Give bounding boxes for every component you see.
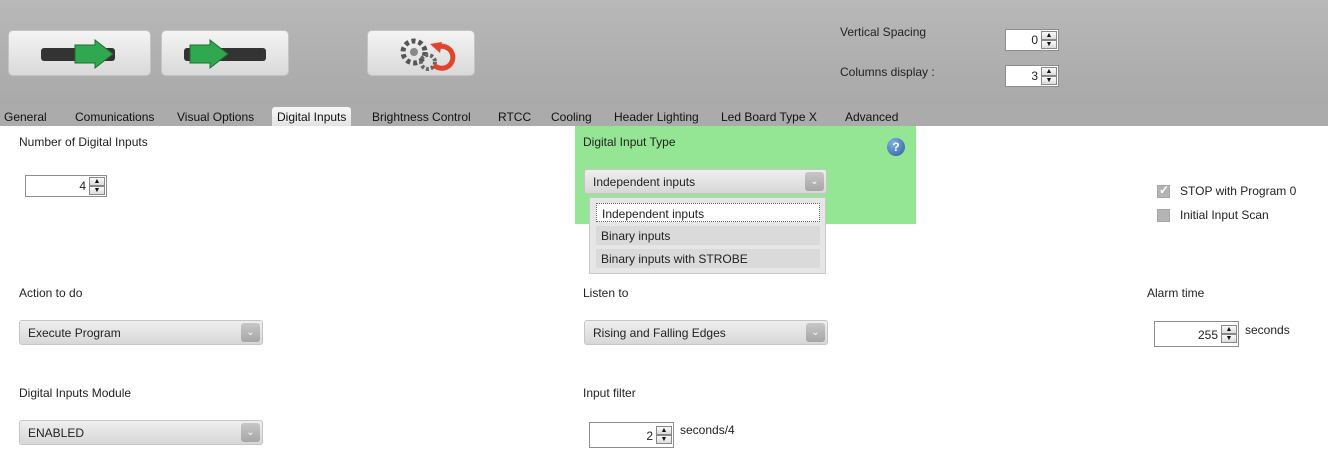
tab-brightness-control[interactable]: Brightness Control — [372, 107, 471, 126]
stepper-up-icon[interactable]: ▲ — [1041, 31, 1057, 40]
tab-general[interactable]: General — [4, 107, 47, 126]
listen-to-value: Rising and Falling Edges — [593, 326, 726, 340]
number-of-inputs-value: 4 — [79, 179, 86, 193]
arrow-receive-icon — [184, 38, 266, 70]
digital-input-type-value: Independent inputs — [593, 175, 696, 189]
stepper-up-icon[interactable]: ▲ — [1221, 325, 1237, 334]
toolbar: Vertical Spacing 0 ▲ ▼ Columns display : … — [0, 0, 1328, 104]
alarm-time-label: Alarm time — [1147, 286, 1205, 300]
initial-input-scan-checkbox[interactable] — [1157, 209, 1170, 222]
columns-display-stepper[interactable]: 3 ▲ ▼ — [1005, 65, 1059, 87]
listen-to-label: Listen to — [583, 286, 629, 300]
alarm-time-unit: seconds — [1245, 323, 1290, 337]
digital-inputs-module-label: Digital Inputs Module — [19, 386, 132, 400]
number-of-inputs-label: Number of Digital Inputs — [19, 135, 148, 149]
columns-display-value: 3 — [1031, 69, 1038, 83]
tab-visual-options[interactable]: Visual Options — [177, 107, 254, 126]
digital-input-type-label: Digital Input Type — [583, 135, 676, 149]
tab-comunications[interactable]: Comunications — [75, 107, 154, 126]
input-filter-value: 2 — [646, 429, 653, 443]
stepper-down-icon[interactable]: ▼ — [89, 186, 105, 195]
help-icon[interactable]: ? — [887, 138, 905, 156]
digital-inputs-module-select[interactable]: ENABLED ⌄ — [19, 420, 263, 445]
action-to-do-label: Action to do — [19, 286, 83, 300]
number-of-inputs-stepper[interactable]: 4 ▲ ▼ — [25, 175, 107, 197]
stop-with-program0-label: STOP with Program 0 — [1180, 184, 1297, 198]
option-independent-inputs[interactable]: Independent inputs — [596, 203, 820, 222]
digital-input-type-select[interactable]: Independent inputs ⌄ — [584, 169, 827, 194]
stepper-up-icon[interactable]: ▲ — [1041, 67, 1057, 76]
listen-to-select[interactable]: Rising and Falling Edges ⌄ — [584, 320, 828, 345]
gears-reset-icon — [400, 38, 456, 71]
tab-rtcc[interactable]: RTCC — [498, 107, 531, 126]
stop-with-program0-checkbox[interactable] — [1157, 183, 1170, 198]
vertical-spacing-value: 0 — [1031, 33, 1038, 47]
option-binary-inputs-strobe[interactable]: Binary inputs with STROBE — [596, 249, 820, 268]
input-filter-label: Input filter — [583, 386, 636, 400]
input-filter-stepper[interactable]: 2 ▲ ▼ — [589, 422, 674, 448]
tab-advanced[interactable]: Advanced — [845, 107, 898, 126]
tab-led-board-type-x[interactable]: Led Board Type X — [721, 107, 817, 126]
action-to-do-value: Execute Program — [28, 326, 121, 340]
stepper-up-icon[interactable]: ▲ — [656, 426, 672, 435]
chevron-down-icon[interactable]: ⌄ — [241, 423, 260, 442]
send-button[interactable] — [8, 30, 151, 76]
columns-display-label: Columns display : — [840, 65, 935, 79]
option-binary-inputs[interactable]: Binary inputs — [596, 226, 820, 245]
vertical-spacing-label: Vertical Spacing — [840, 25, 927, 39]
initial-input-scan-label: Initial Input Scan — [1180, 208, 1269, 222]
tab-digital-inputs[interactable]: Digital Inputs — [272, 107, 352, 126]
action-to-do-select[interactable]: Execute Program ⌄ — [19, 320, 263, 345]
chevron-down-icon[interactable]: ⌄ — [241, 323, 260, 342]
chevron-down-icon[interactable]: ⌄ — [805, 172, 824, 191]
digital-input-type-dropdown: Independent inputs Binary inputs Binary … — [589, 197, 826, 274]
stepper-down-icon[interactable]: ▼ — [1041, 76, 1057, 85]
vertical-spacing-stepper[interactable]: 0 ▲ ▼ — [1005, 29, 1059, 51]
input-filter-unit: seconds/4 — [680, 423, 735, 437]
tab-header-lighting[interactable]: Header Lighting — [614, 107, 699, 126]
digital-inputs-module-value: ENABLED — [28, 426, 85, 440]
reset-button[interactable] — [367, 30, 475, 76]
stepper-down-icon[interactable]: ▼ — [656, 435, 672, 444]
stepper-down-icon[interactable]: ▼ — [1221, 334, 1237, 343]
stepper-down-icon[interactable]: ▼ — [1041, 40, 1057, 49]
alarm-time-stepper[interactable]: 255 ▲ ▼ — [1154, 321, 1239, 347]
arrow-send-icon — [41, 38, 115, 70]
alarm-time-value: 255 — [1197, 328, 1218, 342]
tab-cooling[interactable]: Cooling — [551, 107, 592, 126]
chevron-down-icon[interactable]: ⌄ — [806, 323, 825, 342]
receive-button[interactable] — [161, 30, 289, 76]
tab-bar: General Comunications Visual Options Dig… — [0, 104, 1328, 126]
stepper-up-icon[interactable]: ▲ — [89, 177, 105, 186]
